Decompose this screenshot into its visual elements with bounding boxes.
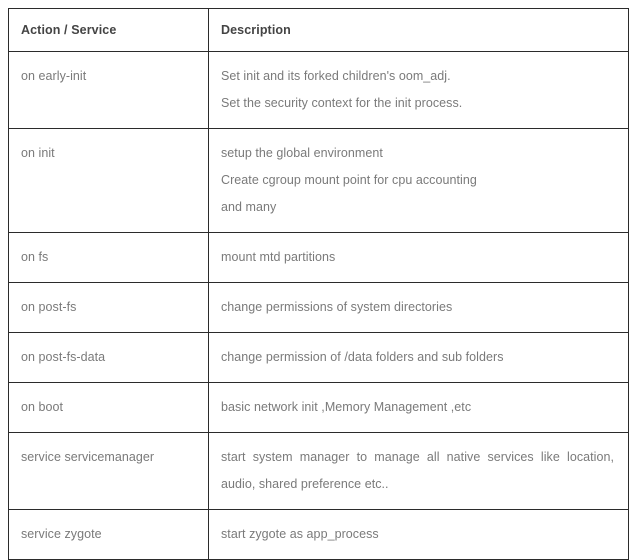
description-line: change permission of /data folders and s…	[221, 350, 504, 364]
description-line: Set init and its forked children's oom_a…	[221, 69, 451, 83]
cell-action: service zygote	[8, 509, 209, 560]
description-line: change permissions of system directories	[221, 300, 453, 314]
cell-action: on early-init	[8, 51, 209, 129]
cell-description: setup the global environment Create cgrou…	[208, 128, 629, 233]
cell-description: start zygote as app_process	[208, 509, 629, 560]
table-row: service servicemanager start system manag…	[8, 432, 629, 510]
column-header-action: Action / Service	[8, 8, 209, 52]
description-line: start system manager to manage all nativ…	[221, 450, 614, 491]
description-line: basic network init ,Memory Management ,e…	[221, 400, 472, 414]
table-row: on fs mount mtd partitions	[8, 232, 629, 283]
cell-action: service servicemanager	[8, 432, 209, 510]
column-header-description: Description	[208, 8, 629, 52]
table-row: on early-init Set init and its forked chi…	[8, 51, 629, 129]
cell-description: start system manager to manage all nativ…	[208, 432, 629, 510]
cell-description: mount mtd partitions	[208, 232, 629, 283]
cell-description: basic network init ,Memory Management ,e…	[208, 382, 629, 433]
table-row: on post-fs change permissions of system d…	[8, 282, 629, 333]
table-body: on early-init Set init and its forked chi…	[8, 51, 629, 560]
table-header: Action / Service Description	[8, 8, 629, 52]
description-line: Set the security context for the init pr…	[221, 96, 463, 110]
table-row: on init setup the global environment Creat…	[8, 128, 629, 233]
description-line: setup the global environment	[221, 146, 383, 160]
table-row: on boot basic network init ,Memory Manage…	[8, 382, 629, 433]
table-row: on post-fs-data change permission of /dat…	[8, 332, 629, 383]
cell-action: on init	[8, 128, 209, 233]
cell-action: on fs	[8, 232, 209, 283]
table-header-row: Action / Service Description	[8, 8, 629, 52]
table-row: service zygote start zygote as app_proces…	[8, 509, 629, 560]
description-line: Create cgroup mount point for cpu accoun…	[221, 173, 477, 187]
table-container: Action / Service Description on early-in…	[8, 8, 629, 560]
description-line: mount mtd partitions	[221, 250, 336, 264]
init-actions-table: Action / Service Description on early-in…	[8, 8, 629, 560]
cell-action: on post-fs	[8, 282, 209, 333]
cell-description: change permissions of system directories	[208, 282, 629, 333]
description-line: and many	[221, 200, 277, 214]
cell-action: on post-fs-data	[8, 332, 209, 383]
cell-action: on boot	[8, 382, 209, 433]
cell-description: change permission of /data folders and s…	[208, 332, 629, 383]
description-line: start zygote as app_process	[221, 527, 379, 541]
cell-description: Set init and its forked children's oom_a…	[208, 51, 629, 129]
